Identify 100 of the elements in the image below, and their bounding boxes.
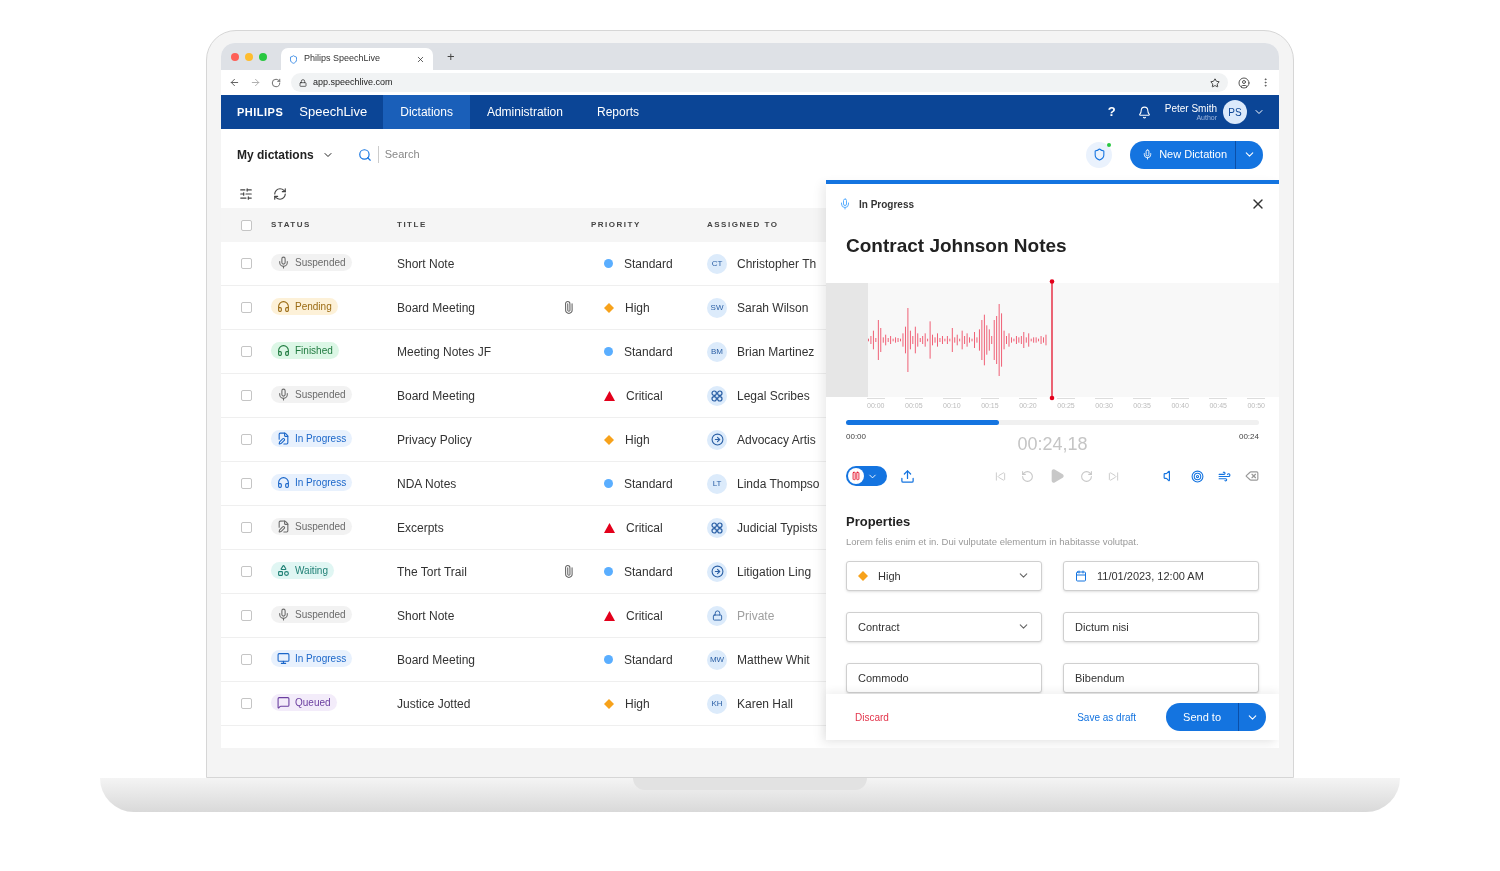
microphone-icon bbox=[1142, 149, 1154, 160]
column-header: ASSIGNED TO bbox=[707, 219, 779, 231]
reload-icon[interactable] bbox=[271, 77, 281, 88]
play-icon[interactable] bbox=[1049, 468, 1065, 484]
column-header: STATUS bbox=[271, 219, 312, 231]
priority-label: Standard bbox=[624, 563, 673, 581]
priority-label: High bbox=[625, 695, 650, 713]
title-cell-text: Meeting Notes JF bbox=[397, 343, 493, 361]
delete-icon[interactable] bbox=[1245, 469, 1259, 483]
title-cell-text: Excerpts bbox=[397, 519, 445, 537]
upload-icon[interactable] bbox=[900, 468, 915, 484]
filter-icon[interactable] bbox=[239, 187, 253, 201]
user-name: Peter Smith bbox=[1164, 102, 1217, 114]
status-badge: In Progress bbox=[271, 649, 353, 667]
priority-label: Standard bbox=[624, 255, 673, 273]
forward-icon[interactable] bbox=[250, 77, 261, 88]
current-time: 00:24,18 bbox=[1017, 433, 1088, 456]
close-icon[interactable] bbox=[416, 54, 425, 64]
priority-label: Critical bbox=[626, 607, 663, 625]
priority-label: High bbox=[625, 431, 650, 449]
address-field[interactable]: app.speechlive.com bbox=[291, 73, 1228, 92]
microphone-icon bbox=[839, 198, 851, 210]
view-dropdown[interactable]: My dictations bbox=[237, 145, 334, 164]
properties-heading: Properties bbox=[846, 513, 912, 531]
column-header: TITLE bbox=[397, 219, 428, 231]
checkbox[interactable] bbox=[240, 522, 252, 533]
assignee-name: Sarah Wilson bbox=[737, 299, 809, 317]
priority-label: Critical bbox=[626, 387, 663, 405]
dropdown-field[interactable]: Contract bbox=[846, 611, 1042, 642]
assignee-name: Linda Thompso bbox=[737, 475, 820, 493]
checkbox[interactable] bbox=[240, 478, 252, 489]
properties-description: Lorem felis enim et in. Dui vulputate elementum in habitasse volutpat. bbox=[846, 534, 1140, 549]
status-badge: Waiting bbox=[271, 561, 334, 579]
avatar-initials: SW bbox=[707, 297, 727, 318]
device-icon[interactable] bbox=[1086, 141, 1113, 168]
save-draft-button[interactable]: Save as draft bbox=[1077, 709, 1137, 725]
user-avatar[interactable]: PS bbox=[1223, 100, 1247, 124]
assignee-name: Legal Scribes bbox=[737, 387, 810, 405]
search-icon bbox=[357, 147, 372, 162]
checkbox[interactable] bbox=[240, 219, 252, 231]
checkbox[interactable] bbox=[240, 610, 252, 621]
checkbox[interactable] bbox=[240, 346, 252, 357]
checkbox[interactable] bbox=[240, 258, 252, 269]
discard-button[interactable]: Discard bbox=[855, 709, 889, 725]
record-button[interactable] bbox=[846, 466, 887, 486]
new-tab-button[interactable]: + bbox=[447, 46, 455, 67]
wind-icon[interactable] bbox=[1218, 469, 1231, 483]
panel-title: Contract Johnson Notes bbox=[845, 234, 1068, 258]
rewind-icon[interactable] bbox=[1021, 469, 1034, 483]
status-badge: Suspended bbox=[271, 253, 352, 271]
product-name: SpeechLive bbox=[299, 103, 368, 122]
status-badge: In Progress bbox=[271, 429, 353, 447]
checkbox[interactable] bbox=[240, 698, 252, 709]
priority-label: Critical bbox=[626, 519, 663, 537]
close-window-icon[interactable] bbox=[231, 52, 239, 61]
notification-icon[interactable] bbox=[1137, 105, 1151, 119]
star-icon[interactable] bbox=[1210, 77, 1220, 88]
nav-tab[interactable]: Administration bbox=[469, 95, 580, 129]
target-icon[interactable] bbox=[1191, 469, 1204, 483]
title-cell-text: Justice Jotted bbox=[397, 695, 472, 713]
input-field[interactable]: Commodo bbox=[846, 662, 1042, 693]
assignee-name: Karen Hall bbox=[737, 695, 794, 713]
maximize-window-icon[interactable] bbox=[259, 52, 267, 61]
back-icon[interactable] bbox=[229, 77, 240, 88]
status-badge: Suspended bbox=[271, 605, 352, 623]
browser-tab[interactable]: Philips SpeechLive bbox=[281, 48, 433, 70]
priority-label: High bbox=[625, 299, 650, 317]
calendar-icon bbox=[1075, 569, 1087, 582]
shield-icon bbox=[289, 54, 298, 64]
skip-forward-icon[interactable] bbox=[1108, 470, 1119, 482]
avatar-initials: BM bbox=[707, 341, 727, 362]
refresh-icon[interactable] bbox=[273, 187, 287, 201]
help-button[interactable]: ? bbox=[1107, 102, 1116, 122]
assignee-name: Private bbox=[737, 607, 775, 625]
search-field[interactable]: Search bbox=[377, 146, 578, 163]
profile-icon[interactable] bbox=[1238, 76, 1250, 89]
checkbox[interactable] bbox=[240, 302, 252, 313]
assignee-name: Advocacy Artis bbox=[737, 431, 816, 449]
avatar-initials: MW bbox=[707, 649, 727, 670]
progress-track[interactable] bbox=[846, 420, 1259, 425]
checkbox[interactable] bbox=[240, 434, 252, 445]
status-badge: Finished bbox=[271, 341, 339, 359]
input-field[interactable]: Dictum nisi bbox=[1063, 611, 1259, 642]
nav-tab[interactable]: Dictations bbox=[383, 95, 470, 129]
status-badge: In Progress bbox=[271, 473, 353, 491]
date-field[interactable]: 11/01/2023, 12:00 AM bbox=[1063, 560, 1259, 591]
avatar-initials: KH bbox=[707, 693, 727, 714]
title-cell-text: Short Note bbox=[397, 255, 456, 273]
checkbox[interactable] bbox=[240, 654, 252, 665]
end-time: 00:24 bbox=[1238, 431, 1259, 443]
fast-forward-icon[interactable] bbox=[1080, 469, 1093, 483]
nav-tab[interactable]: Reports bbox=[579, 95, 656, 129]
assignee-name: Christopher Th bbox=[737, 255, 817, 273]
input-field[interactable]: Bibendum bbox=[1063, 662, 1259, 693]
title-cell-text: Privacy Policy bbox=[397, 431, 473, 449]
checkbox[interactable] bbox=[240, 566, 252, 577]
dropdown-field[interactable]: High bbox=[846, 560, 1042, 591]
skip-back-icon[interactable] bbox=[995, 470, 1006, 482]
assignee-name: Matthew Whit bbox=[737, 651, 810, 669]
checkbox[interactable] bbox=[240, 390, 252, 401]
